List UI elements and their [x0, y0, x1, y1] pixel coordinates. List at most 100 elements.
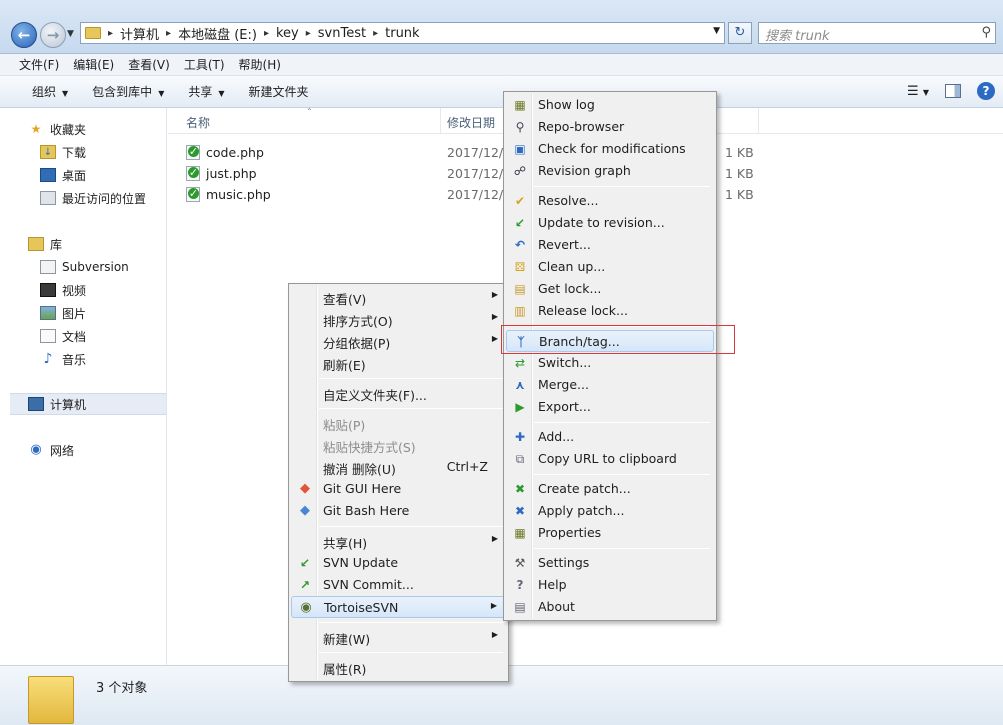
search-input[interactable]: 搜索 trunk ⚲ [758, 22, 996, 44]
breadcrumb-drive[interactable]: 本地磁盘 (E:) [174, 24, 261, 43]
svn-release-lock[interactable]: ▥ Release lock... [506, 300, 714, 322]
menu-item-label: Properties [538, 525, 602, 540]
nav-desktop[interactable]: 桌面 [40, 164, 167, 186]
svn-apply-patch[interactable]: ✖ Apply patch... [506, 500, 714, 522]
plus-icon: ✚ [514, 430, 526, 444]
svn-export[interactable]: ▶ Export... [506, 396, 714, 418]
desktop-icon [40, 168, 56, 182]
menu-item-share[interactable]: 共享(H) ▶ [291, 530, 506, 552]
svn-settings[interactable]: ⚒ Settings [506, 552, 714, 574]
address-bar[interactable]: ▸ 计算机 ▸ 本地磁盘 (E:) ▸ key ▸ svnTest ▸ trun… [80, 22, 725, 44]
back-button[interactable]: ← [11, 22, 37, 48]
menu-item-refresh[interactable]: 刷新(E) [291, 352, 506, 374]
new-folder-button[interactable]: 新建文件夹 [237, 83, 321, 100]
breadcrumb-trunk[interactable]: trunk [381, 26, 423, 41]
downloads-icon: ↓ [40, 145, 56, 159]
chevron-right-icon[interactable]: ▸ [105, 28, 116, 39]
menu-item-label: Release lock... [538, 303, 628, 318]
svn-help[interactable]: ? Help [506, 574, 714, 596]
nav-libraries[interactable]: 库 [28, 233, 167, 255]
chevron-right-icon[interactable]: ▸ [370, 28, 381, 39]
menu-item-shortcut: Ctrl+Z [446, 459, 488, 474]
file-date: 2017/12/2 [447, 187, 512, 202]
recent-pages-dropdown[interactable]: ▼ [67, 29, 74, 39]
nav-music[interactable]: ♪ 音乐 [40, 348, 167, 370]
column-modified[interactable]: 修改日期 [447, 114, 495, 131]
svn-show-log[interactable]: ▦ Show log [506, 94, 714, 116]
menu-item-undo-delete[interactable]: 撤消 删除(U) Ctrl+Z [291, 456, 506, 478]
sort-up-icon: ⌃ [306, 107, 313, 116]
check-modifications-icon: ▣ [514, 142, 526, 156]
menu-item-properties[interactable]: 属性(R) [291, 656, 506, 678]
submenu-arrow-icon: ▶ [491, 290, 498, 299]
svn-get-lock[interactable]: ▤ Get lock... [506, 278, 714, 300]
refresh-button[interactable]: ↻ [728, 22, 752, 44]
menu-view[interactable]: 查看(V) [121, 56, 177, 73]
menu-item-customize-folder[interactable]: 自定义文件夹(F)... [291, 382, 506, 404]
nav-videos[interactable]: 视频 [40, 279, 167, 301]
menu-item-label: Help [538, 577, 567, 592]
svn-resolve[interactable]: ✔ Resolve... [506, 190, 714, 212]
organize-label: 组织 [32, 85, 57, 99]
menu-item-label: Update to revision... [538, 215, 665, 230]
menu-item-tortoisesvn[interactable]: ◉ TortoiseSVN ▶ [291, 596, 506, 618]
chevron-right-icon[interactable]: ▸ [261, 28, 272, 39]
menu-help[interactable]: 帮助(H) [232, 56, 288, 73]
svn-clean-up[interactable]: ⚄ Clean up... [506, 256, 714, 278]
chevron-right-icon[interactable]: ▸ [303, 28, 314, 39]
menu-item-git-bash[interactable]: ◆ Git Bash Here [291, 500, 506, 522]
help-icon[interactable]: ? [977, 82, 995, 100]
nav-network[interactable]: ◉ 网络 [28, 439, 167, 461]
preview-pane-icon[interactable] [945, 84, 961, 98]
view-options-icon[interactable]: ☰ ▼ [907, 84, 929, 99]
svn-merge[interactable]: ⋏ Merge... [506, 374, 714, 396]
svn-about[interactable]: ▤ About [506, 596, 714, 618]
menu-item-view[interactable]: 查看(V) ▶ [291, 286, 506, 308]
menu-item-git-gui[interactable]: ◆ Git GUI Here [291, 478, 506, 500]
menu-item-group-by[interactable]: 分组依据(P) ▶ [291, 330, 506, 352]
menu-item-svn-commit[interactable]: ↗ SVN Commit... [291, 574, 506, 596]
menu-item-paste[interactable]: 粘贴(P) [291, 412, 506, 434]
svn-properties[interactable]: ▦ Properties [506, 522, 714, 544]
forward-button[interactable]: → [40, 22, 66, 48]
menu-item-new[interactable]: 新建(W) ▶ [291, 626, 506, 648]
breadcrumb-key[interactable]: key [272, 26, 303, 41]
include-in-library-button[interactable]: 包含到库中 ▼ [80, 83, 176, 100]
menu-tools[interactable]: 工具(T) [177, 56, 232, 73]
menu-edit[interactable]: 编辑(E) [66, 56, 121, 73]
nav-subversion[interactable]: Subversion [40, 256, 167, 278]
nav-favorites[interactable]: ★ 收藏夹 [28, 118, 167, 140]
svn-create-patch[interactable]: ✖ Create patch... [506, 478, 714, 500]
menu-item-sort-by[interactable]: 排序方式(O) ▶ [291, 308, 506, 330]
nav-computer[interactable]: 计算机 [10, 393, 166, 415]
chevron-down-icon[interactable]: ▼ [713, 26, 720, 36]
column-name[interactable]: 名称 [186, 114, 210, 131]
nav-label: 网络 [50, 443, 75, 458]
breadcrumb-computer[interactable]: 计算机 [116, 24, 163, 43]
svn-switch[interactable]: ⇄ Switch... [506, 352, 714, 374]
menu-item-svn-update[interactable]: ↙ SVN Update [291, 552, 506, 574]
chevron-right-icon[interactable]: ▸ [163, 28, 174, 39]
nav-downloads[interactable]: ↓ 下载 [40, 141, 167, 163]
svn-copy-url[interactable]: ⧉ Copy URL to clipboard [506, 448, 714, 470]
menu-item-paste-shortcut[interactable]: 粘贴快捷方式(S) [291, 434, 506, 456]
nav-pictures[interactable]: 图片 [40, 302, 167, 324]
nav-documents[interactable]: 文档 [40, 325, 167, 347]
svn-revert[interactable]: ↶ Revert... [506, 234, 714, 256]
svn-add[interactable]: ✚ Add... [506, 426, 714, 448]
title-bar: ← → ▼ ▸ 计算机 ▸ 本地磁盘 (E:) ▸ key ▸ svnTest … [0, 0, 1003, 54]
organize-button[interactable]: 组织 ▼ [20, 83, 80, 100]
svn-repo-browser[interactable]: ⚲ Repo-browser [506, 116, 714, 138]
menu-file[interactable]: 文件(F) [12, 56, 66, 73]
svn-check-modifications[interactable]: ▣ Check for modifications [506, 138, 714, 160]
nav-recent-places[interactable]: 最近访问的位置 [40, 187, 167, 209]
export-icon: ▶ [515, 400, 525, 414]
git-diamond-icon: ◆ [300, 503, 310, 518]
breadcrumb-svntest[interactable]: svnTest [314, 26, 370, 41]
svn-revision-graph[interactable]: ☍ Revision graph [506, 160, 714, 182]
share-button[interactable]: 共享 ▼ [176, 83, 236, 100]
computer-icon [28, 397, 44, 411]
search-icon[interactable]: ⚲ [981, 25, 991, 40]
svn-update-to-revision[interactable]: ↙ Update to revision... [506, 212, 714, 234]
menu-item-label: Create patch... [538, 481, 631, 496]
